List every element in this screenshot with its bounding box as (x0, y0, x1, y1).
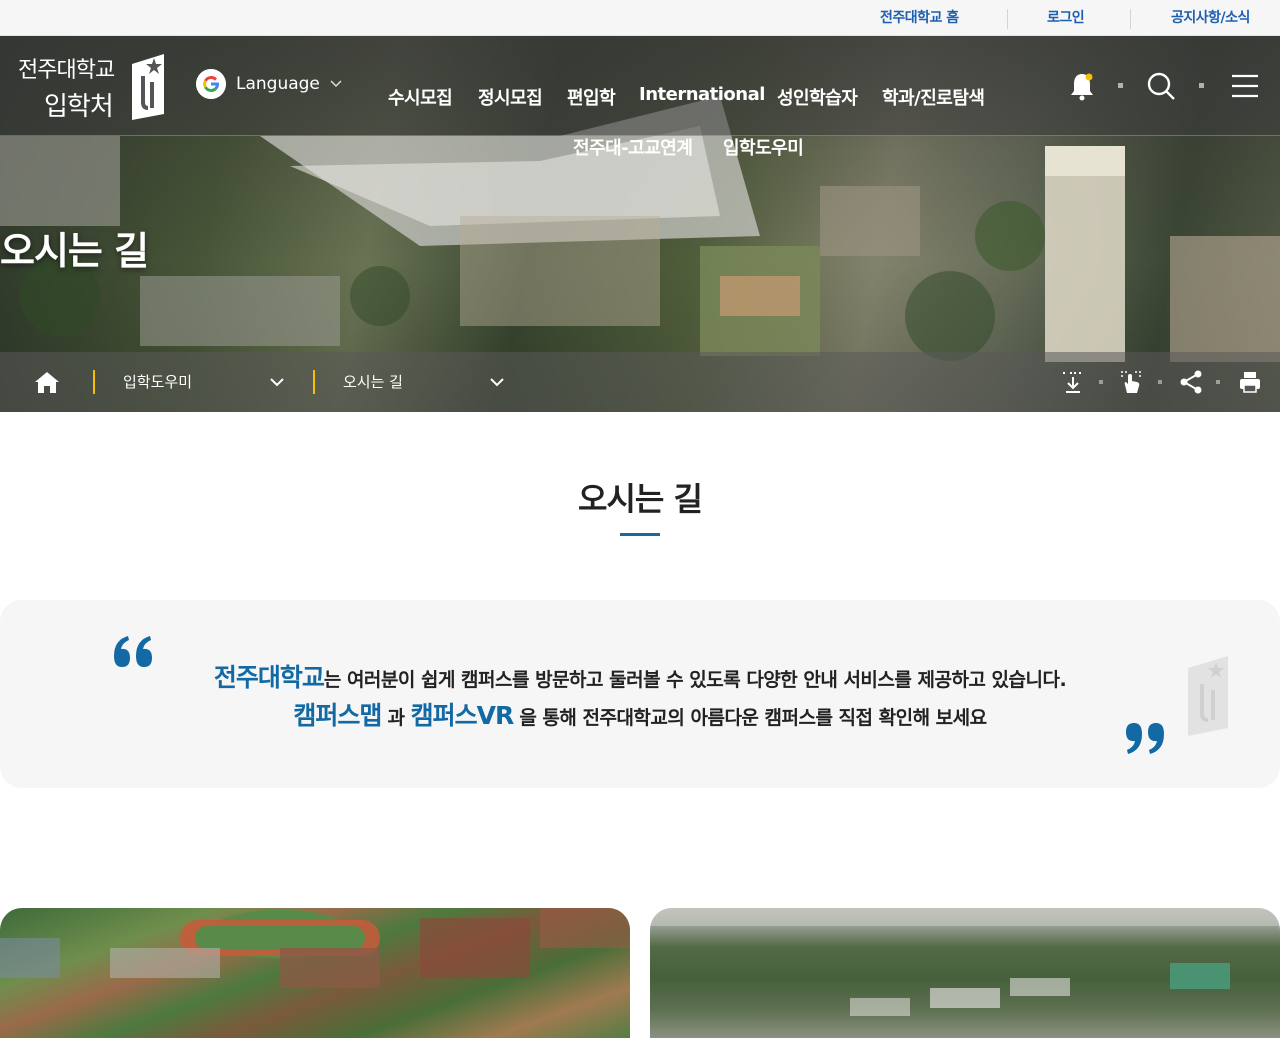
campus-aerial-map-photo (650, 908, 1280, 1016)
share-icon[interactable] (1178, 369, 1204, 395)
quote-text-mid: 과 (381, 707, 411, 729)
nav-item-major-career[interactable]: 학과/진로탐색 (882, 84, 985, 110)
breadcrumb: 입학도우미 오시는 길 (0, 352, 1280, 412)
icon-divider (1199, 83, 1204, 88)
tool-divider (1216, 380, 1220, 384)
chevron-down-icon[interactable] (269, 374, 285, 390)
menu-icon[interactable] (1229, 70, 1261, 102)
chevron-down-icon (330, 80, 342, 88)
intro-quote-box: 전주대학교는 여러분이 쉽게 캠퍼스를 방문하고 둘러볼 수 있도록 다양한 안… (0, 600, 1280, 788)
touch-icon[interactable] (1118, 369, 1144, 395)
notice-link[interactable]: 공지사항/소식 (1171, 0, 1250, 36)
print-icon[interactable] (1237, 369, 1263, 395)
nav-item-adult-learners[interactable]: 성인학습자 (777, 84, 858, 110)
university-emblem-icon (132, 54, 164, 120)
quote-highlight-campus-map: 캠퍼스맵 (293, 701, 382, 730)
chevron-down-icon[interactable] (489, 374, 505, 390)
breadcrumb-separator (93, 370, 95, 394)
search-icon[interactable] (1145, 70, 1177, 102)
site-logo[interactable]: 전주대학교 입학처 (18, 52, 168, 124)
campus-vr-card[interactable] (650, 908, 1280, 1038)
icon-divider (1118, 83, 1123, 88)
bell-icon[interactable] (1066, 70, 1098, 102)
campus-map-card[interactable] (0, 908, 630, 1038)
quote-text-2: 을 통해 전주대학교의 아름다운 캠퍼스를 직접 확인해 보세요 (513, 707, 987, 729)
login-link[interactable]: 로그인 (1047, 0, 1085, 36)
language-label: Language (236, 74, 320, 94)
university-home-link[interactable]: 전주대학교 홈 (880, 0, 959, 36)
quote-line-2: 캠퍼스맵 과 캠퍼스VR 을 통해 전주대학교의 아름다운 캠퍼스를 직접 확인… (0, 696, 1280, 732)
nav-item-international[interactable]: International (639, 84, 765, 105)
campus-photo (0, 908, 630, 988)
nav-item-early-admission[interactable]: 수시모집 (388, 84, 453, 110)
home-icon[interactable] (34, 370, 60, 394)
logo-office-name: 입학처 (44, 92, 114, 122)
section-title: 오시는 길 (578, 480, 703, 518)
nav-item-school-partnership[interactable]: 전주대-고교연계 (573, 134, 693, 160)
utility-divider (1007, 9, 1008, 29)
quote-text-1: 는 여러분이 쉽게 캠퍼스를 방문하고 둘러볼 수 있도록 다양한 안내 서비스… (323, 669, 1067, 691)
breadcrumb-level1[interactable]: 입학도우미 (123, 352, 192, 412)
download-icon[interactable] (1060, 369, 1086, 395)
quote-line-1: 전주대학교는 여러분이 쉽게 캠퍼스를 방문하고 둘러볼 수 있도록 다양한 안… (0, 658, 1280, 694)
breadcrumb-level2[interactable]: 오시는 길 (343, 352, 403, 412)
quote-highlight-campus-vr: 캠퍼스VR (410, 701, 515, 730)
tool-divider (1158, 380, 1162, 384)
tool-divider (1099, 380, 1103, 384)
logo-university-name: 전주대학교 (18, 58, 115, 83)
global-nav: 전주대학교 입학처 Language 수시모집 정시모집 편입학 Interna… (0, 36, 1280, 159)
hero-page-title: 오시는 길 (0, 229, 149, 273)
utility-bar: 전주대학교 홈 로그인 공지사항/소식 (0, 0, 1280, 36)
quote-highlight-university: 전주대학교 (213, 663, 325, 692)
hero-banner: 전주대학교 입학처 Language 수시모집 정시모집 편입학 Interna… (0, 36, 1280, 412)
utility-divider (1130, 9, 1131, 29)
nav-item-transfer[interactable]: 편입학 (567, 84, 616, 110)
nav-item-regular-admission[interactable]: 정시모집 (478, 84, 543, 110)
nav-item-admission-help[interactable]: 입학도우미 (723, 134, 804, 160)
google-logo-icon (196, 69, 226, 99)
title-underline (620, 533, 660, 536)
breadcrumb-separator (313, 370, 315, 394)
language-selector[interactable]: Language (196, 68, 342, 100)
